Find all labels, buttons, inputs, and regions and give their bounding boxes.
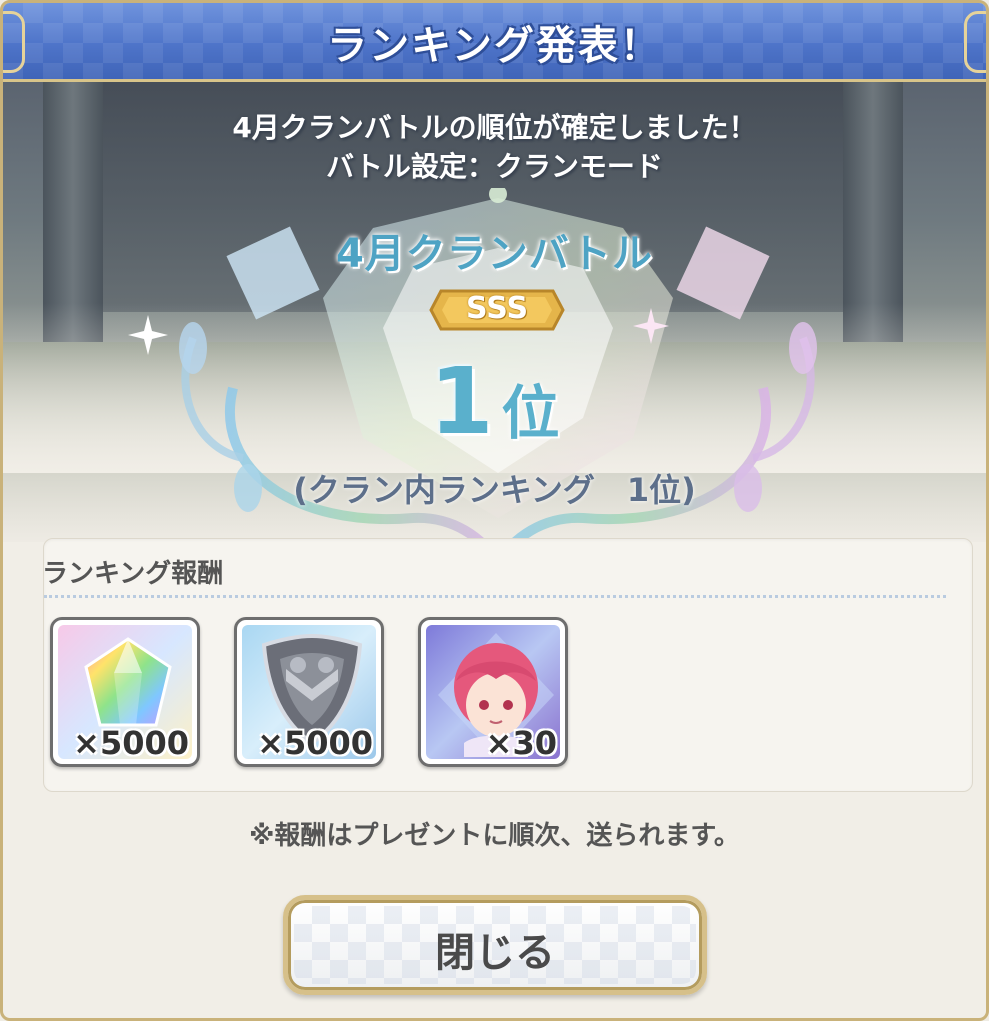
reward-item-memory-piece[interactable]: ×30: [418, 617, 568, 767]
grade-label: SSS: [465, 291, 529, 326]
reward-heading: ランキング報酬: [42, 559, 224, 589]
rank-display: 1位: [3, 348, 986, 455]
delivery-note: ※報酬はプレゼントに順次、送られます。: [249, 821, 740, 851]
event-name: 4月クランバトル: [335, 231, 654, 277]
dialog-title: ランキング発表！: [327, 23, 662, 69]
item-quantity: ×5000: [257, 724, 373, 762]
sparkle-icon: [633, 308, 669, 344]
dotted-divider: [44, 595, 946, 598]
item-quantity: ×30: [485, 724, 557, 762]
rank-number: 1: [429, 348, 494, 455]
ranking-dialog: ランキング発表！ 4月クランバトルの順位が確定しました！ バトル設定：クランモー…: [0, 0, 989, 1021]
close-button[interactable]: 閉じる: [283, 895, 707, 995]
reward-item-list: ×5000 ×5000 ×30: [50, 617, 568, 767]
reward-item-crystal[interactable]: ×5000: [50, 617, 200, 767]
reward-item-clan-coin[interactable]: ×5000: [234, 617, 384, 767]
clan-internal-rank: (クラン内ランキング 1位): [293, 471, 696, 509]
reward-panel: ランキング報酬 ×5000 ×5000 ×30: [42, 538, 973, 792]
rank-unit: 位: [501, 379, 560, 447]
close-button-label: 閉じる: [435, 930, 555, 976]
battle-setting-text: バトル設定：クランモード: [326, 150, 663, 183]
dialog-title-bar: ランキング発表！: [3, 3, 986, 82]
item-quantity: ×5000: [73, 724, 189, 762]
result-message: 4月クランバトルの順位が確定しました！: [232, 111, 757, 144]
